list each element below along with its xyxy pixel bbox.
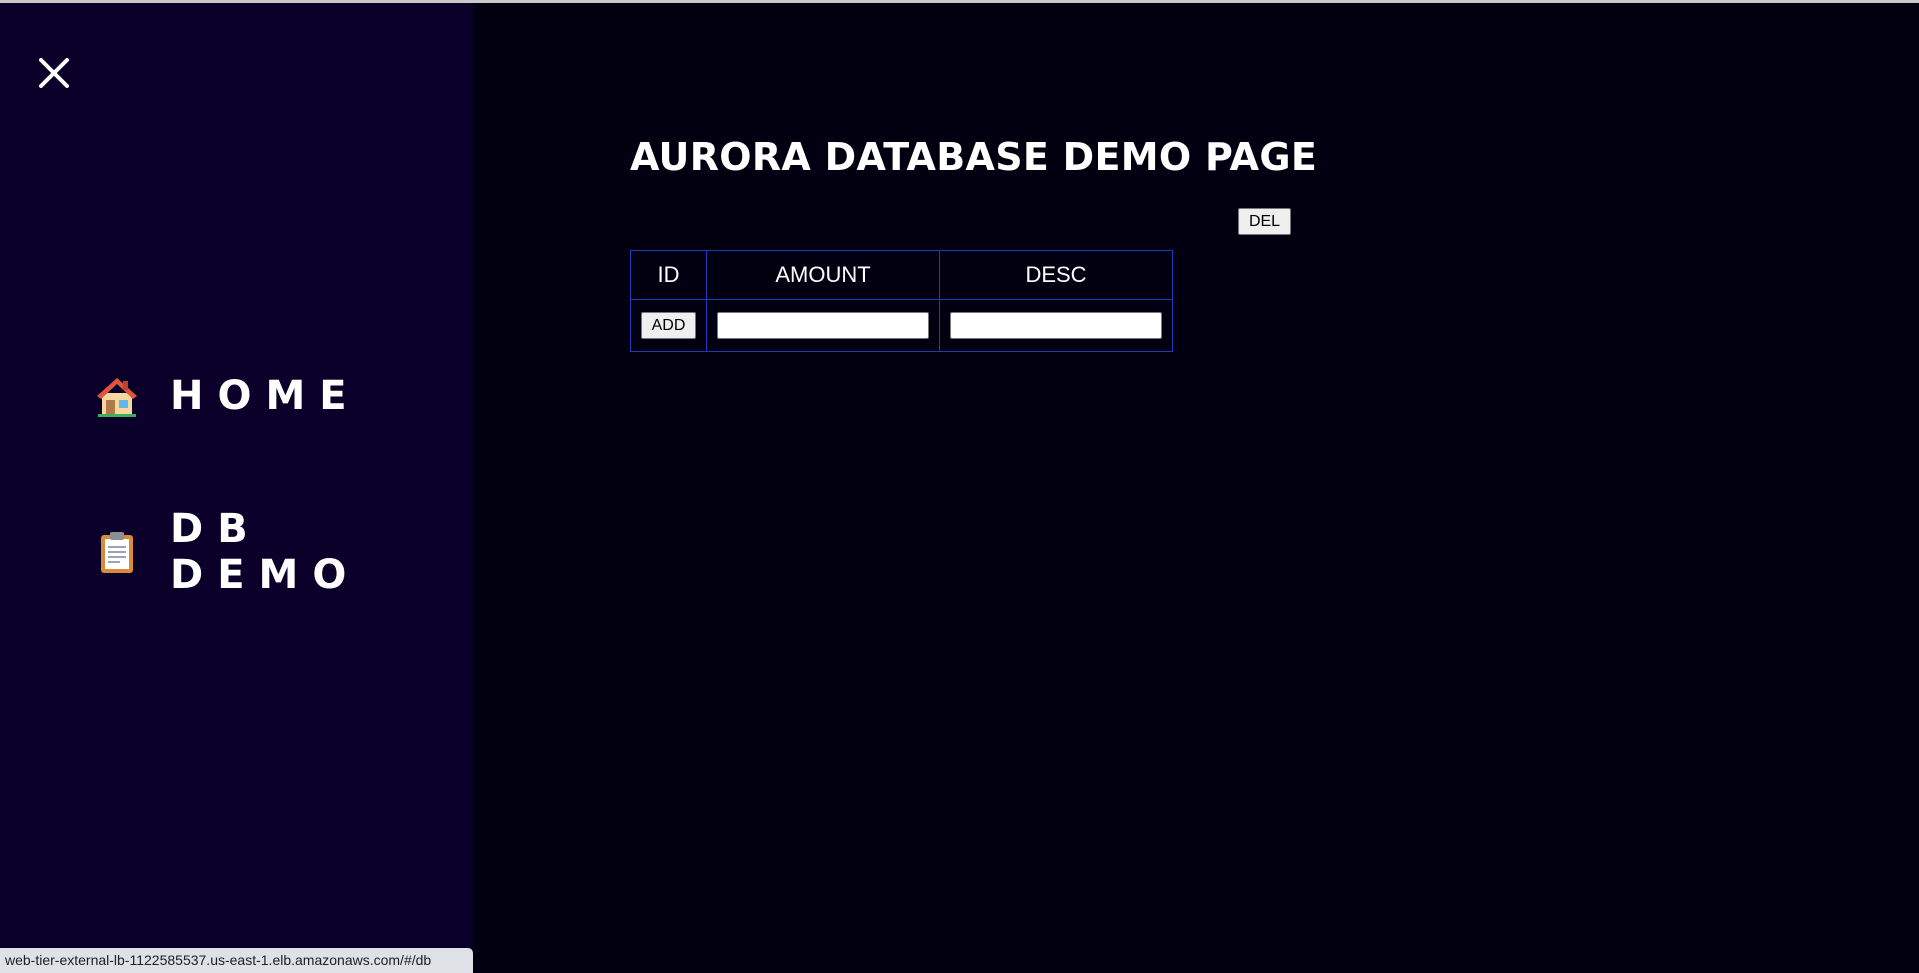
- table-row: ADD: [630, 299, 1173, 352]
- table-header-row: ID AMOUNT DESC: [630, 250, 1173, 300]
- table-cell-id: ADD: [630, 299, 707, 352]
- column-header-desc: DESC: [939, 250, 1173, 300]
- del-button[interactable]: DEL: [1238, 208, 1291, 235]
- table-cell-amount: [706, 299, 940, 352]
- sidebar-item-db-demo[interactable]: DB DEMO: [94, 506, 473, 598]
- main-content: AURORA DATABASE DEMO PAGE DEL ID AMOUNT …: [473, 3, 1919, 973]
- column-header-id: ID: [630, 250, 707, 300]
- table-cell-desc: [939, 299, 1173, 352]
- add-button[interactable]: ADD: [641, 312, 696, 339]
- sidebar-item-label: DB DEMO: [170, 506, 361, 598]
- sidebar-item-label: HOME: [170, 373, 361, 419]
- clipboard-icon: [94, 529, 140, 575]
- close-icon[interactable]: [34, 53, 74, 93]
- status-bar-url: web-tier-external-lb-1122585537.us-east-…: [0, 948, 473, 973]
- sidebar-item-home[interactable]: HOME: [94, 373, 361, 419]
- column-header-amount: AMOUNT: [706, 250, 940, 300]
- house-icon: [94, 373, 140, 419]
- page-title: AURORA DATABASE DEMO PAGE: [630, 135, 1318, 179]
- db-table: ID AMOUNT DESC ADD: [630, 250, 1173, 352]
- amount-input[interactable]: [717, 312, 929, 339]
- sidebar: HOME DB DEMO: [0, 3, 473, 973]
- desc-input[interactable]: [950, 312, 1162, 339]
